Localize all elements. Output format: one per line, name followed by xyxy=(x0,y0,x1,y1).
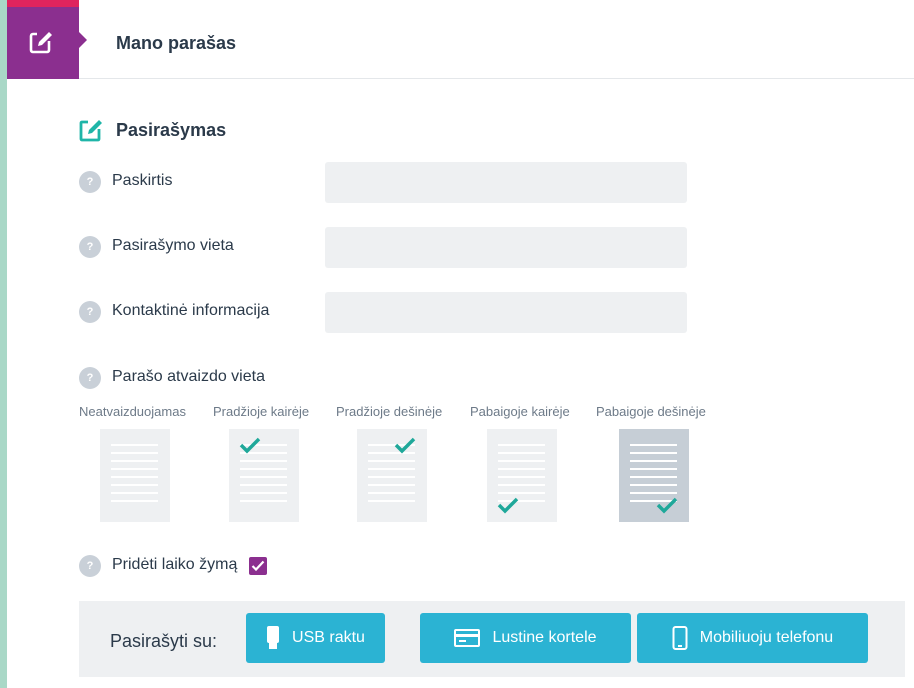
edit-icon xyxy=(29,29,55,54)
page-header: Mano parašas xyxy=(7,0,914,79)
smart-card-button-label: Lustine kortele xyxy=(492,629,597,646)
page-text-line xyxy=(240,460,287,462)
smart-card-button[interactable]: Lustine kortele xyxy=(420,613,631,663)
page-text-line xyxy=(111,444,158,446)
page-text-line xyxy=(630,452,677,454)
checkmark-icon xyxy=(394,437,416,454)
page-title: Mano parašas xyxy=(116,33,237,53)
page-text-line xyxy=(630,476,677,478)
placement-option-bottom-left[interactable] xyxy=(487,429,557,522)
page-text-line xyxy=(111,452,158,454)
checkmark-icon xyxy=(656,497,678,514)
page-text-line xyxy=(111,484,158,486)
page-text-line xyxy=(368,492,415,494)
left-accent-strip xyxy=(0,0,7,688)
placement-option-label: Neatvaizduojamas xyxy=(79,404,186,419)
page-text-line xyxy=(240,492,287,494)
placement-option-label: Pradžioje dešinėje xyxy=(336,404,443,419)
checkmark-icon xyxy=(239,437,261,454)
contact-info-input[interactable] xyxy=(325,292,687,333)
edit-icon xyxy=(79,117,105,142)
mobile-phone-button[interactable]: Mobiliuoju telefonu xyxy=(637,613,868,663)
placement-option-top-left[interactable] xyxy=(229,429,299,522)
field-signing-place: ? Pasirašymo vieta xyxy=(79,227,689,268)
timestamp-checkbox[interactable] xyxy=(249,557,267,575)
placement-option-none[interactable] xyxy=(100,429,170,522)
header-icon-box xyxy=(7,0,87,79)
section-title: Pasirašymas xyxy=(116,119,227,140)
page-text-line xyxy=(368,476,415,478)
page-text-line xyxy=(630,492,677,494)
usb-key-icon xyxy=(266,626,280,650)
page-text-line xyxy=(240,484,287,486)
page-text-line xyxy=(498,492,545,494)
signing-place-label: Pasirašymo vieta xyxy=(112,237,234,254)
page-text-line xyxy=(498,444,545,446)
timestamp-label: Pridėti laiko žymą xyxy=(112,556,238,573)
page-text-line xyxy=(498,484,545,486)
page-text-line xyxy=(111,460,158,462)
page-text-line xyxy=(111,476,158,478)
usb-key-button-label: USB raktu xyxy=(292,629,365,646)
page-text-line xyxy=(498,476,545,478)
page-text-line xyxy=(498,452,545,454)
page-text-line xyxy=(630,444,677,446)
page-text-line xyxy=(498,468,545,470)
help-icon[interactable]: ? xyxy=(79,236,101,258)
placement-option-label: Pradžioje kairėje xyxy=(213,404,310,419)
placement-option-bottom-right[interactable] xyxy=(619,429,689,522)
help-icon[interactable]: ? xyxy=(79,171,101,193)
page-text-line xyxy=(368,468,415,470)
purpose-label: Paskirtis xyxy=(112,172,173,189)
page-text-line xyxy=(240,476,287,478)
field-timestamp: ? Pridėti laiko žymą xyxy=(79,554,379,578)
help-icon[interactable]: ? xyxy=(79,555,101,577)
header-arrow xyxy=(79,32,87,48)
page-text-line xyxy=(111,500,158,502)
placement-option-label: Pabaigoje dešinėje xyxy=(596,404,706,419)
help-icon[interactable]: ? xyxy=(79,301,101,323)
placement-option-top-right[interactable] xyxy=(357,429,427,522)
page-text-line xyxy=(240,500,287,502)
contact-info-label: Kontaktinė informacija xyxy=(112,302,270,319)
section-header: Pasirašymas xyxy=(79,117,226,143)
checkmark-icon xyxy=(251,560,265,572)
help-icon[interactable]: ? xyxy=(79,367,101,389)
field-purpose: ? Paskirtis xyxy=(79,162,689,203)
mobile-phone-button-label: Mobiliuoju telefonu xyxy=(699,629,834,646)
signing-place-input[interactable] xyxy=(325,227,687,268)
sign-with-bar: Pasirašyti su: USB raktu Lustine kortele… xyxy=(79,601,905,677)
page-text-line xyxy=(368,460,415,462)
placement-option-label: Pabaigoje kairėje xyxy=(470,404,570,419)
header-accent-bar xyxy=(7,0,79,7)
page-text-line xyxy=(111,468,158,470)
field-contact-info: ? Kontaktinė informacija xyxy=(79,292,689,333)
signature-placement-label: Parašo atvaizdo vieta xyxy=(112,368,265,385)
page-text-line xyxy=(630,468,677,470)
page-text-line xyxy=(368,484,415,486)
page-text-line xyxy=(630,484,677,486)
field-signature-placement: ? Parašo atvaizdo vieta xyxy=(79,358,689,399)
page-text-line xyxy=(498,460,545,462)
purpose-input[interactable] xyxy=(325,162,687,203)
page-text-line xyxy=(111,492,158,494)
mobile-phone-icon xyxy=(672,626,688,650)
smart-card-icon xyxy=(454,629,481,647)
page-text-line xyxy=(630,460,677,462)
page-text-line xyxy=(368,500,415,502)
sign-with-label: Pasirašyti su: xyxy=(110,631,218,651)
usb-key-button[interactable]: USB raktu xyxy=(246,613,385,663)
checkmark-icon xyxy=(497,497,519,514)
page-text-line xyxy=(240,468,287,470)
